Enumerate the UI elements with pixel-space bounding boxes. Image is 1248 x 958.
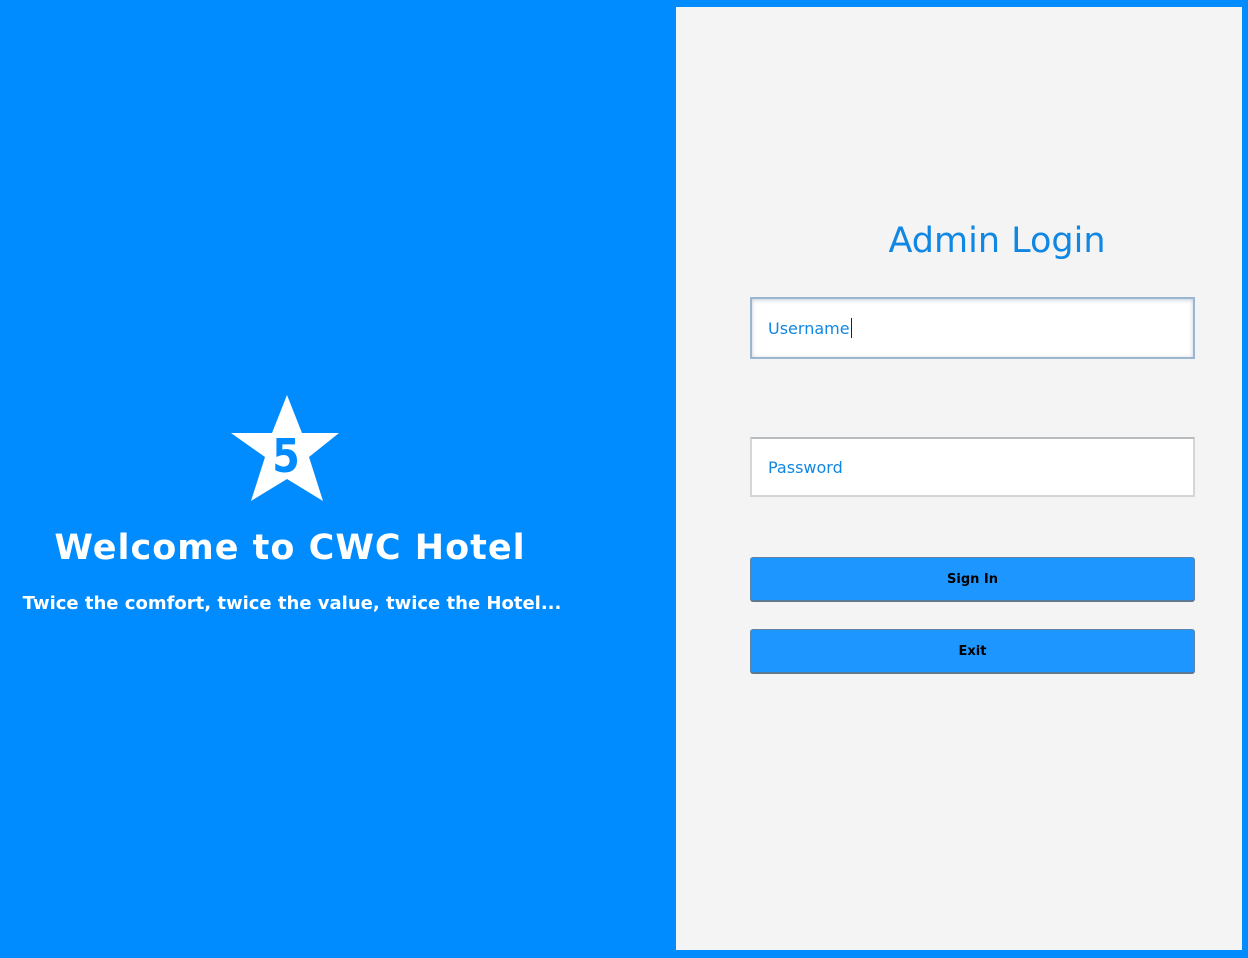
welcome-title: Welcome to CWC Hotel (54, 528, 526, 568)
text-caret (850, 318, 852, 338)
login-panel: Admin Login Username Password Sign In Ex… (676, 7, 1242, 950)
welcome-panel: 5 Welcome to CWC Hotel Twice the comfort… (0, 0, 676, 958)
exit-label: Exit (958, 643, 987, 659)
login-title: Admin Login (888, 221, 1106, 261)
exit-button[interactable]: Exit (750, 629, 1195, 674)
username-value: Username (768, 318, 850, 338)
password-input[interactable]: Password (750, 437, 1195, 497)
username-input[interactable]: Username (750, 297, 1195, 359)
tagline: Twice the comfort, twice the value, twic… (22, 593, 562, 614)
password-value: Password (768, 457, 843, 477)
sign-in-label: Sign In (947, 571, 998, 587)
logo-number: 5 (272, 430, 300, 484)
star-five-svg: 5 (231, 395, 339, 501)
sign-in-button[interactable]: Sign In (750, 557, 1195, 602)
star-five-icon: 5 (228, 393, 342, 503)
